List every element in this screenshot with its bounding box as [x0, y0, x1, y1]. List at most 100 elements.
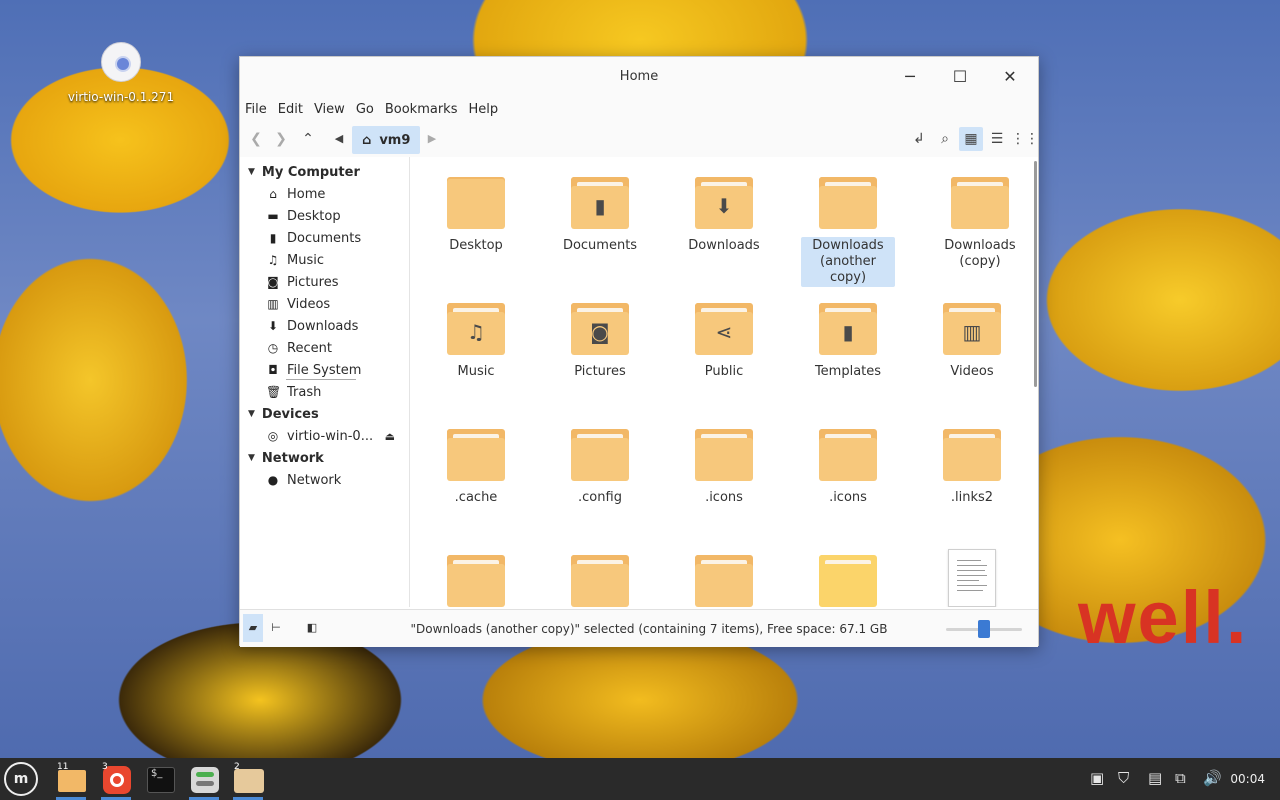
menu-launcher-icon[interactable]: m — [4, 762, 38, 796]
file-label: .config — [578, 490, 622, 505]
taskbar-badge: 3 — [102, 762, 108, 772]
desktop-disc-icon[interactable]: virtio-win-0.1.271 — [62, 42, 180, 104]
taskbar-files[interactable]: 11 — [54, 762, 88, 800]
file-label: Desktop — [449, 238, 503, 253]
list-view-icon[interactable]: ☰ — [985, 127, 1009, 151]
menu-go[interactable]: Go — [356, 102, 374, 117]
folder-icon — [571, 429, 629, 481]
sidebar-item-videos[interactable]: ▥ Videos — [240, 293, 409, 315]
folder-icon — [571, 555, 629, 607]
zoom-slider-knob[interactable] — [978, 620, 990, 638]
sidebar-item-home[interactable]: ⌂ Home — [240, 183, 409, 205]
file-item[interactable] — [674, 555, 774, 607]
shield-icon[interactable]: ⛉ — [1118, 769, 1129, 787]
folder-music-icon: ♫ — [447, 303, 505, 355]
sidebar-item-label: Desktop — [287, 208, 341, 224]
file-item[interactable]: ⬇ Downloads — [674, 177, 774, 255]
file-item[interactable]: Desktop — [426, 177, 526, 255]
maximize-button[interactable]: ☐ — [948, 65, 972, 89]
sidebar-heading-my-computer[interactable]: ▼ My Computer — [240, 161, 409, 183]
file-label: Downloads (another copy) — [801, 237, 895, 287]
clipboard-icon[interactable]: ▣ — [1090, 769, 1104, 787]
folder-templates-icon: ▮ — [819, 303, 877, 355]
file-grid[interactable]: Desktop ▮ Documents ⬇ Downloads Download… — [410, 157, 1038, 607]
menu-edit[interactable]: Edit — [278, 102, 303, 117]
sidebar-item-file-system[interactable]: ◘ File System — [240, 359, 409, 381]
sidebar-item-virtio-disc[interactable]: ◎ virtio-win-0... ⏏ — [240, 425, 409, 447]
file-item[interactable]: .icons — [674, 429, 774, 507]
taskbar-terminal[interactable]: $_ — [143, 762, 177, 796]
breadcrumb[interactable]: ⌂ vm9 — [352, 126, 420, 154]
compact-view-icon[interactable]: ⋮⋮ — [1011, 127, 1039, 151]
file-item[interactable]: ▮ Documents — [550, 177, 650, 255]
menu-bookmarks[interactable]: Bookmarks — [385, 102, 458, 117]
minimize-button[interactable]: ─ — [898, 65, 922, 89]
next-location-icon[interactable]: ▶ — [420, 127, 444, 151]
folder-icon — [447, 177, 505, 229]
sidebar-item-network[interactable]: ● Network — [240, 469, 409, 491]
sidebar-item-downloads[interactable]: ⬇ Downloads — [240, 315, 409, 337]
file-label: Public — [704, 364, 744, 379]
sidebar-heading-devices[interactable]: ▼ Devices — [240, 403, 409, 425]
clock[interactable]: 00:04 — [1230, 772, 1265, 786]
eject-icon[interactable]: ⏏ — [385, 430, 395, 443]
sidebar-item-label: Recent — [287, 340, 332, 356]
file-item[interactable]: ▮ Templates — [798, 303, 898, 381]
menu-help[interactable]: Help — [468, 102, 498, 117]
network-icon[interactable]: ⧉ — [1175, 769, 1186, 787]
grid-view-icon[interactable]: ▦ — [959, 127, 983, 151]
file-item[interactable]: ⋖ Public — [674, 303, 774, 381]
folder-icon — [695, 429, 753, 481]
sidebar-item-label: Trash — [287, 384, 322, 400]
file-item[interactable] — [550, 555, 650, 607]
sidebar-item-music[interactable]: ♫ Music — [240, 249, 409, 271]
file-label: Downloads (copy) — [944, 238, 1016, 269]
file-item[interactable]: .links2 — [922, 429, 1022, 507]
disc-icon: ◎ — [267, 429, 279, 443]
sidebar-item-label: Network — [287, 472, 342, 488]
file-item-selected[interactable]: Downloads (another copy) — [798, 177, 898, 287]
zoom-slider[interactable] — [946, 620, 1022, 638]
file-item[interactable]: ◙ Pictures — [550, 303, 650, 381]
sidebar-item-recent[interactable]: ◷ Recent — [240, 337, 409, 359]
sidebar-item-trash[interactable]: 🗑 Trash — [240, 381, 409, 403]
taskbar-folder[interactable]: 2 — [231, 762, 265, 800]
sidebar-heading-label: My Computer — [261, 164, 360, 180]
file-label: Documents — [562, 238, 638, 253]
sidebar-item-pictures[interactable]: ◙ Pictures — [240, 271, 409, 293]
up-icon[interactable]: ⌃ — [296, 127, 320, 151]
file-item[interactable]: .cache — [426, 429, 526, 507]
file-item[interactable]: Downloads (copy) — [922, 177, 1038, 271]
titlebar[interactable]: Home ─ ☐ ✕ — [240, 57, 1038, 97]
taskbar-firefox[interactable]: 3 — [99, 762, 133, 800]
taskbar-settings[interactable] — [187, 762, 221, 800]
sidebar-item-label: Music — [287, 252, 324, 268]
file-item[interactable]: ♫ Music — [426, 303, 526, 381]
volume-icon[interactable]: 🔊 — [1203, 769, 1222, 787]
file-item[interactable]: .icons — [798, 429, 898, 507]
film-icon: ▥ — [267, 297, 279, 311]
taskbar-badge: 2 — [234, 762, 240, 772]
file-item[interactable]: .config — [550, 429, 650, 507]
file-label: .links2 — [950, 490, 994, 505]
search-icon[interactable]: ⌕ — [933, 127, 957, 151]
close-button[interactable]: ✕ — [998, 65, 1022, 89]
prev-location-icon[interactable]: ◀ — [327, 127, 351, 151]
sidebar-heading-label: Devices — [261, 406, 319, 422]
location-toggle-icon[interactable]: ↲ — [907, 127, 931, 151]
sidebar-item-label: virtio-win-0... — [287, 428, 374, 444]
back-icon[interactable]: ❮ — [244, 127, 268, 151]
sidebar-item-desktop[interactable]: ▬ Desktop — [240, 205, 409, 227]
file-item-hovered[interactable] — [798, 555, 898, 607]
file-label: .cache — [454, 490, 498, 505]
file-item[interactable] — [922, 549, 1022, 607]
forward-icon[interactable]: ❯ — [269, 127, 293, 151]
notes-icon[interactable]: ▤ — [1148, 769, 1162, 787]
sidebar-heading-network[interactable]: ▼ Network — [240, 447, 409, 469]
menu-view[interactable]: View — [314, 102, 345, 117]
menu-file[interactable]: File — [245, 102, 267, 117]
sidebar-item-label: File System — [287, 362, 362, 378]
sidebar-item-documents[interactable]: ▮ Documents — [240, 227, 409, 249]
file-item[interactable] — [426, 555, 526, 607]
file-item[interactable]: ▥ Videos — [922, 303, 1022, 381]
